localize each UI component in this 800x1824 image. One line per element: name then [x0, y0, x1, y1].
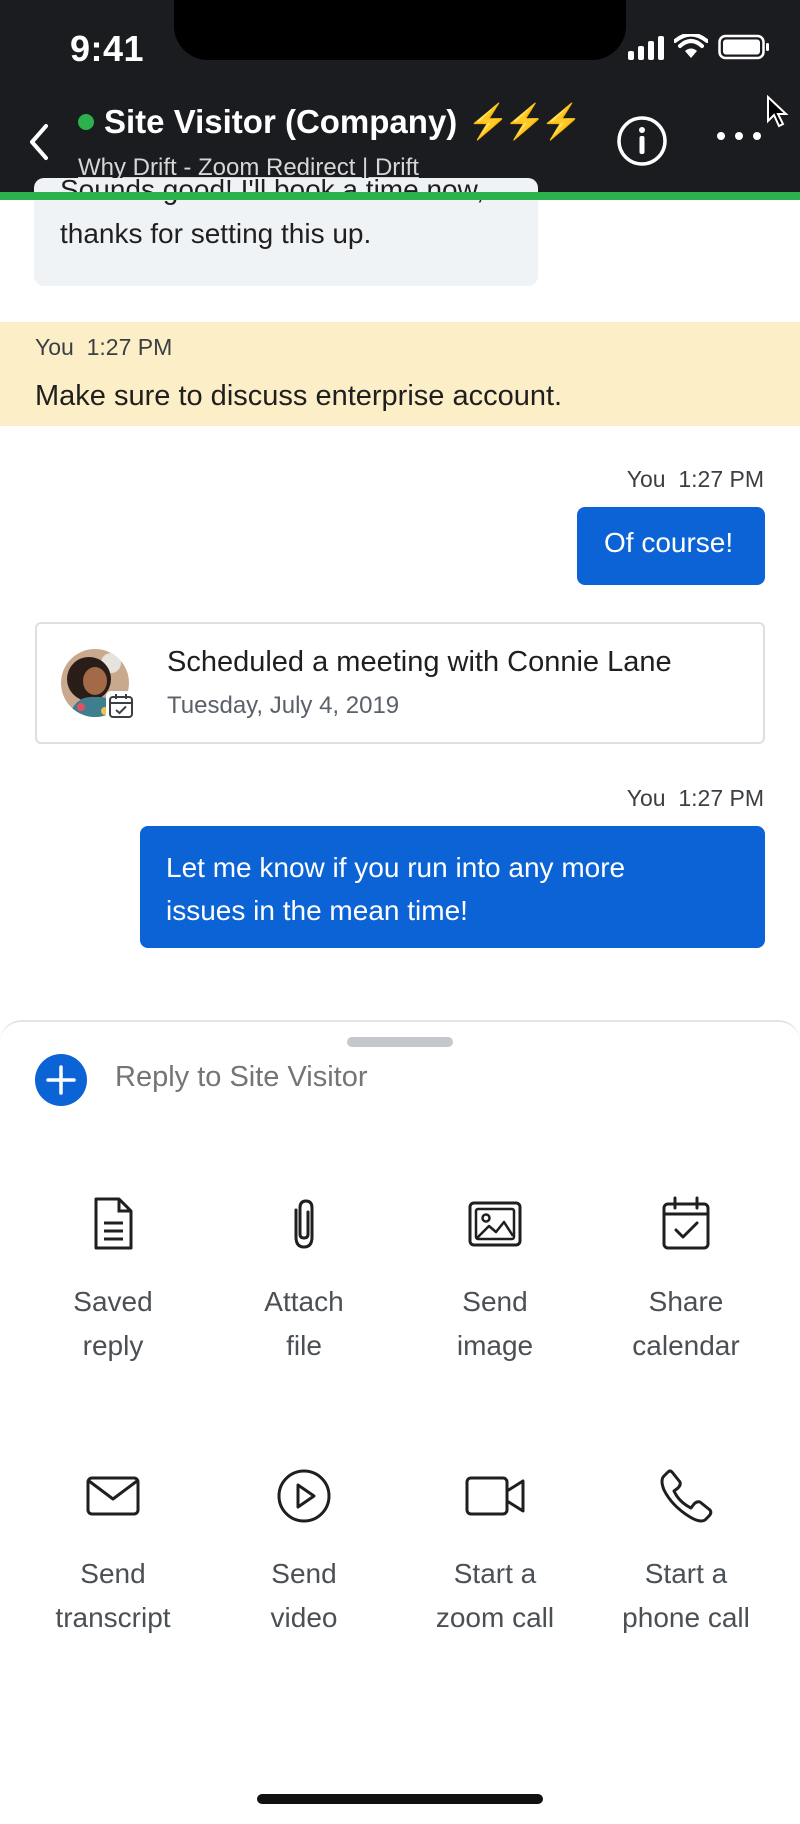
paperclip-icon	[294, 1199, 314, 1249]
battery-icon	[718, 34, 770, 60]
start-phone-call-button[interactable]: Start a phone call	[591, 1468, 781, 1640]
note-time: 1:27 PM	[86, 334, 173, 360]
status-time: 9:41	[70, 28, 145, 69]
meeting-date: Tuesday, July 4, 2019	[167, 692, 400, 719]
start-zoom-call-button[interactable]: Start a zoom call	[400, 1468, 590, 1640]
meeting-card[interactable]: Scheduled a meeting with Connie Lane Tue…	[35, 622, 765, 744]
note-author: You	[35, 334, 74, 360]
image-icon	[468, 1201, 522, 1247]
more-options-button[interactable]	[716, 128, 762, 150]
action-sheet	[0, 1020, 800, 1824]
document-icon	[94, 1197, 133, 1250]
header-accent-line	[0, 192, 800, 200]
message-meta: You 1:27 PM	[626, 785, 764, 811]
calendar-check-icon	[106, 691, 136, 721]
online-status-dot	[78, 114, 94, 130]
drag-handle[interactable]	[347, 1037, 453, 1047]
reply-input[interactable]	[113, 1060, 617, 1095]
status-icons	[628, 34, 770, 60]
signal-icon	[628, 34, 664, 60]
mouse-cursor-icon	[766, 94, 790, 134]
saved-reply-button[interactable]: Saved reply	[18, 1196, 208, 1368]
conversation-header[interactable]: Site Visitor (Company) ⚡⚡⚡ Why Drift - Z…	[78, 102, 582, 182]
meeting-title: Scheduled a meeting with Connie Lane	[167, 646, 672, 678]
calendar-icon	[662, 1196, 710, 1250]
send-image-button[interactable]: Send image	[400, 1196, 590, 1368]
outgoing-message: Of course!	[577, 507, 765, 585]
add-button[interactable]	[35, 1054, 87, 1106]
video-camera-icon	[465, 1476, 525, 1516]
chevron-left-icon	[30, 124, 48, 160]
envelope-icon	[86, 1476, 140, 1516]
share-calendar-button[interactable]: Share calendar	[591, 1196, 781, 1368]
play-icon	[277, 1469, 331, 1523]
device-notch	[174, 0, 626, 60]
note-text: Make sure to discuss enterprise account.	[35, 380, 563, 412]
send-transcript-button[interactable]: Send transcript	[18, 1468, 208, 1640]
visitor-name: Site Visitor (Company)	[104, 103, 458, 140]
note-meta: You 1:27 PM	[35, 334, 172, 361]
lightning-emoji: ⚡⚡⚡	[467, 103, 582, 141]
wifi-icon	[674, 34, 708, 60]
info-icon	[617, 116, 667, 166]
phone-icon	[660, 1469, 713, 1523]
plus-icon	[46, 1065, 76, 1095]
attach-file-button[interactable]: Attach file	[209, 1196, 399, 1368]
outgoing-message: Let me know if you run into any more iss…	[140, 826, 765, 948]
info-button[interactable]	[616, 115, 668, 167]
home-indicator[interactable]	[257, 1794, 543, 1804]
more-horizontal-icon	[717, 132, 761, 140]
message-meta: You 1:27 PM	[626, 466, 764, 492]
send-video-button[interactable]: Send video	[209, 1468, 399, 1640]
back-button[interactable]	[24, 120, 58, 164]
